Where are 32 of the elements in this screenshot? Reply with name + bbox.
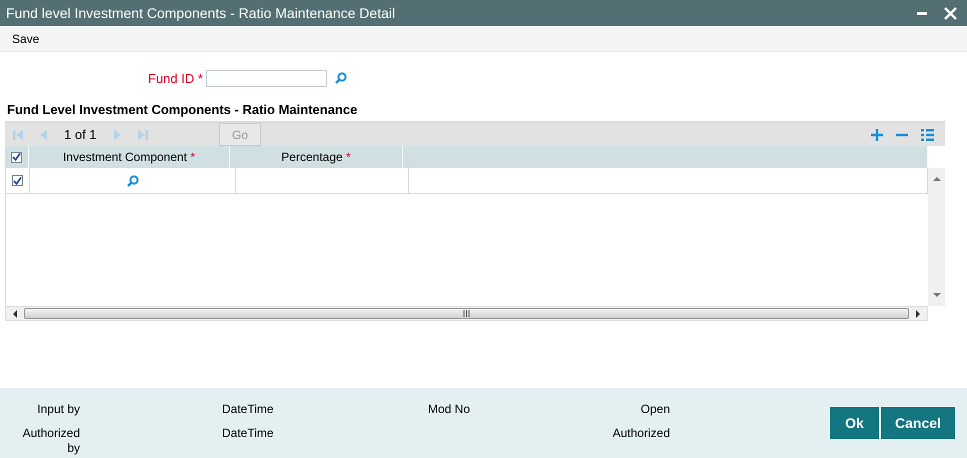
list-icon[interactable]: [921, 128, 934, 140]
column-header: Investment Component *: [62, 150, 196, 164]
input-field[interactable]: [206, 70, 327, 86]
scroll-right-icon[interactable]: [915, 310, 921, 318]
horizontal-scrollbar[interactable]: [5, 306, 928, 321]
checkbox[interactable]: [12, 175, 23, 186]
audit-label: Authorized by: [22, 426, 80, 456]
audit-label: Authorized: [612, 426, 670, 441]
window-title: Fund level Investment Components - Ratio Maintenance Detail: [6, 5, 396, 21]
field-label: Fund ID *: [148, 70, 203, 86]
ok-button[interactable]: Ok: [830, 407, 879, 439]
audit-label: Open: [640, 402, 670, 417]
search-icon[interactable]: [334, 72, 347, 84]
scroll-up-icon[interactable]: [932, 176, 940, 181]
vertical-scrollbar[interactable]: [928, 168, 945, 306]
audit-label: Mod No: [428, 402, 472, 417]
search-icon[interactable]: [126, 174, 138, 186]
column-header: Percentage *: [281, 150, 351, 164]
plus-icon[interactable]: [871, 128, 883, 140]
close-icon[interactable]: [944, 6, 957, 20]
scroll-thumb[interactable]: [24, 308, 909, 319]
save-menu-item[interactable]: Save: [7, 32, 44, 46]
scroll-down-icon[interactable]: [932, 293, 940, 298]
audit-label: DateTime: [222, 426, 275, 441]
checkbox[interactable]: [11, 152, 22, 162]
page-indicator: 1 of 1: [64, 127, 97, 142]
section-title: Fund Level Investment Components - Ratio Maintenance: [7, 102, 358, 118]
audit-label: DateTime: [222, 402, 275, 417]
grip-icon: [463, 310, 470, 317]
audit-label: Input by: [36, 402, 80, 417]
scroll-left-icon[interactable]: [12, 310, 18, 318]
cancel-button[interactable]: Cancel: [881, 407, 955, 439]
